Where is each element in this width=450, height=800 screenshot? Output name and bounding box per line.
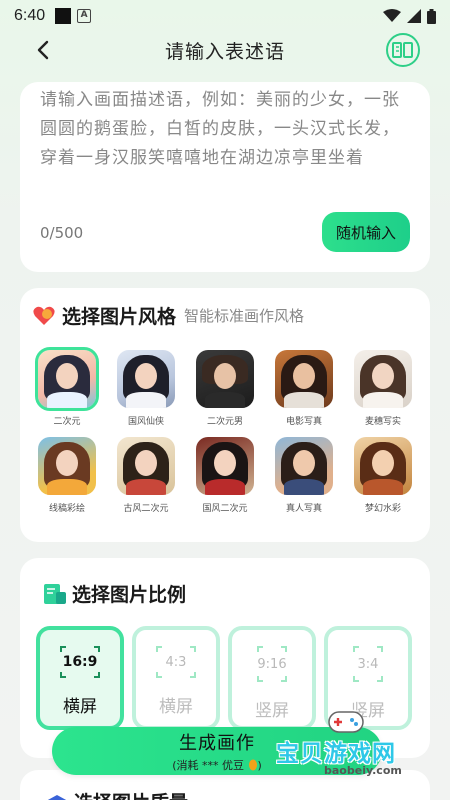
- style-label: 电影写真: [285, 417, 322, 427]
- watermark-text: 宝贝游戏网: [276, 741, 396, 767]
- style-thumbnail: [196, 350, 254, 408]
- status-time: 6:40: [14, 7, 46, 24]
- quality-icon: [46, 794, 68, 800]
- style-label: 国风二次元: [202, 504, 248, 514]
- ratio-label: 横屏: [159, 697, 193, 717]
- ratio-frame-icon: 9:16: [257, 646, 287, 682]
- ratio-section-title: 选择图片比例: [72, 584, 187, 606]
- style-option-realistic[interactable]: 麦穗写实: [354, 350, 412, 427]
- watermark: 宝贝游戏网 baobeiy.com: [268, 704, 446, 780]
- page-title: 请输入表述语: [164, 40, 285, 63]
- heart-palette-icon: [33, 306, 55, 325]
- style-label: 二次元: [53, 417, 81, 427]
- ratio-label: 横屏: [63, 697, 97, 717]
- style-option-xianxia[interactable]: 国风仙侠: [117, 350, 175, 427]
- quality-section-title: 选择图片质量: [74, 788, 188, 800]
- style-label: 线稿彩绘: [48, 504, 85, 514]
- ratio-option-16-9[interactable]: 16:9 横屏: [36, 626, 124, 730]
- random-input-button[interactable]: 随机输入: [322, 212, 410, 252]
- quality-section-header: 选择图片质量: [46, 788, 188, 800]
- ratio-frame-icon: 3:4: [353, 646, 383, 682]
- wifi-icon: [383, 9, 401, 22]
- style-label: 二次元男: [206, 417, 243, 427]
- style-label: 国风仙侠: [127, 417, 164, 427]
- style-card: 选择图片风格 智能标准画作风格 二次元 国风仙侠 二次元男 电影写真 麦穗写实 …: [20, 288, 430, 542]
- style-option-line-color[interactable]: 线稿彩绘: [38, 437, 96, 514]
- style-thumbnail: [354, 437, 412, 495]
- style-option-anime-male[interactable]: 二次元男: [196, 350, 254, 427]
- style-label: 麦穗写实: [364, 417, 401, 427]
- style-thumbnail: [196, 437, 254, 495]
- notification-a-icon: A: [77, 9, 92, 23]
- ratio-icon: [44, 583, 66, 604]
- back-arrow-icon[interactable]: [32, 38, 56, 62]
- prompt-input[interactable]: 请输入画面描述语，例如：美丽的少女，一张圆圆的鹅蛋脸，白皙的皮肤，一头汉式长发，…: [40, 86, 414, 173]
- style-thumbnail: [117, 350, 175, 408]
- history-icon: [392, 42, 413, 58]
- style-label: 梦幻水彩: [364, 504, 401, 514]
- battery-icon: [427, 8, 436, 24]
- style-grid: 二次元 国风仙侠 二次元男 电影写真 麦穗写实 线稿彩绘 古风二次元 国风二次元…: [35, 347, 418, 514]
- style-option-real-portrait[interactable]: 真人写真: [275, 437, 333, 514]
- style-label: 真人写真: [285, 504, 322, 514]
- status-bar: 6:40 A: [0, 0, 450, 32]
- style-thumbnail: [35, 347, 99, 411]
- ratio-option-4-3[interactable]: 4:3 横屏: [132, 626, 220, 730]
- style-option-dream-watercolor[interactable]: 梦幻水彩: [354, 437, 412, 514]
- ratio-section-header: 选择图片比例: [44, 580, 186, 607]
- style-thumbnail: [38, 437, 96, 495]
- ratio-frame-icon: 16:9: [60, 646, 100, 678]
- ratio-value: 3:4: [357, 656, 379, 672]
- gamepad-icon: [328, 711, 364, 733]
- style-section-subtitle: 智能标准画作风格: [184, 307, 305, 325]
- prompt-card: 请输入画面描述语，例如：美丽的少女，一张圆圆的鹅蛋脸，白皙的皮肤，一头汉式长发，…: [20, 82, 430, 272]
- generate-button-label: 生成画作: [179, 733, 255, 754]
- history-button[interactable]: [386, 33, 420, 67]
- signal-icon: [407, 9, 421, 23]
- ratio-value: 4:3: [165, 654, 187, 670]
- style-option-anime[interactable]: 二次元: [35, 347, 99, 427]
- style-section-header: 选择图片风格 智能标准画作风格: [32, 302, 304, 329]
- style-thumbnail: [275, 437, 333, 495]
- ratio-value: 16:9: [62, 654, 98, 670]
- bean-coin-icon: [248, 759, 257, 771]
- ratio-frame-icon: 4:3: [156, 646, 196, 678]
- style-option-film-portrait[interactable]: 电影写真: [275, 350, 333, 427]
- watermark-url: baobeiy.com: [324, 764, 402, 777]
- char-counter: 0/500: [40, 224, 84, 242]
- style-section-title: 选择图片风格: [62, 306, 177, 328]
- style-label: 古风二次元: [123, 504, 169, 514]
- style-thumbnail: [275, 350, 333, 408]
- style-thumbnail: [117, 437, 175, 495]
- style-option-guofeng-anime[interactable]: 国风二次元: [196, 437, 254, 514]
- notification-square-icon: [55, 8, 72, 24]
- generate-cost-label: (消耗 *** 优豆 ): [172, 759, 262, 772]
- top-app-bar: 请输入表述语: [0, 32, 450, 68]
- ratio-value: 9:16: [257, 656, 287, 672]
- style-thumbnail: [354, 350, 412, 408]
- style-option-ancient-anime[interactable]: 古风二次元: [117, 437, 175, 514]
